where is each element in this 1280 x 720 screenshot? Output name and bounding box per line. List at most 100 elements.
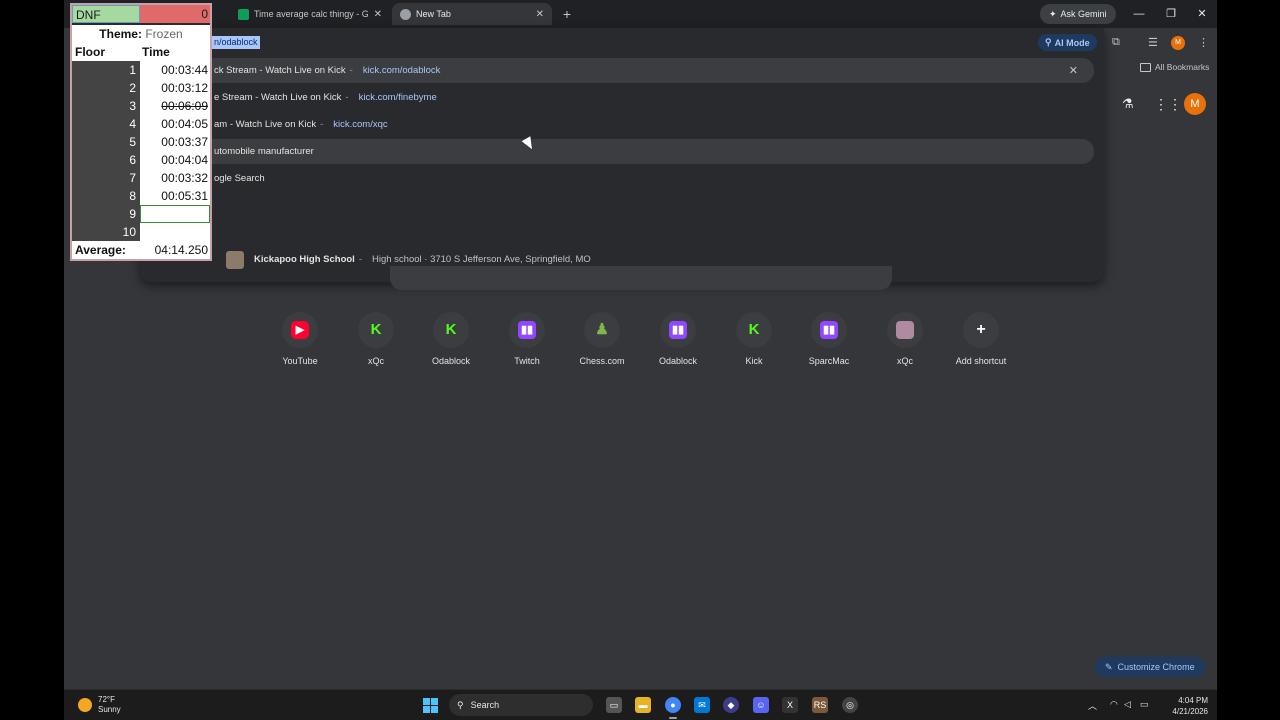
- kick-icon: K: [445, 321, 457, 338]
- obs-icon[interactable]: ◎: [842, 697, 858, 713]
- outlook-icon[interactable]: ✉: [694, 697, 710, 713]
- suggestion-separator: -: [320, 119, 324, 130]
- twitch-icon: ▮▮: [518, 321, 536, 339]
- google-sheets-icon: [238, 8, 249, 20]
- shortcut-label: Kick: [745, 356, 763, 366]
- menu-kebab-icon[interactable]: ⋮: [1198, 36, 1209, 49]
- floor-time[interactable]: 00:03:37: [140, 133, 210, 151]
- shortcut-label: SparcMac: [808, 356, 850, 366]
- clock-time: 4:04 PM: [1178, 696, 1208, 705]
- plus-icon: +: [976, 321, 986, 338]
- search-icon: ⚲: [457, 699, 464, 710]
- proton-vpn-icon[interactable]: ◆: [723, 697, 739, 713]
- floor-number: 4: [72, 115, 140, 133]
- shortcut-kick[interactable]: K Kick: [717, 312, 791, 366]
- windows-taskbar: 72°F Sunny ⚲ Search ▭ ▬ ● ✉ ◆ ☺ X RS ◎ ︿…: [64, 689, 1217, 720]
- average-label: Average:: [75, 243, 126, 257]
- floor-time[interactable]: 00:03:44: [140, 61, 210, 79]
- chrome-taskbar-icon[interactable]: ●: [665, 697, 681, 713]
- suggestion-row[interactable]: am - Watch Live on Kick - kick.com/xqc: [140, 112, 1104, 137]
- profile-avatar[interactable]: M: [1184, 93, 1206, 115]
- tab-sheets[interactable]: Time average calc thingy - Goo ✕: [230, 3, 390, 25]
- customize-chrome-button[interactable]: ✎ Customize Chrome: [1095, 657, 1205, 677]
- suggestion-row[interactable]: e Stream - Watch Live on Kick - kick.com…: [140, 85, 1104, 110]
- wifi-icon[interactable]: ◠: [1110, 699, 1118, 710]
- suggestion-row[interactable]: utomobile manufacturer: [148, 139, 1094, 164]
- ai-mode-button[interactable]: ⚲ AI Mode: [1038, 34, 1097, 51]
- labs-flask-icon[interactable]: ⚗: [1122, 96, 1136, 111]
- battery-icon[interactable]: ▭: [1140, 699, 1149, 710]
- remove-suggestion-icon[interactable]: ✕: [1069, 64, 1078, 77]
- twitch-icon: ▮▮: [820, 321, 838, 339]
- x-app-icon[interactable]: X: [782, 697, 798, 713]
- discord-icon[interactable]: ☺: [753, 697, 769, 713]
- ntp-search-box[interactable]: [390, 266, 892, 290]
- ask-gemini-button[interactable]: ✦ Ask Gemini: [1040, 4, 1116, 24]
- shortcut-odablock[interactable]: K Odablock: [414, 312, 488, 366]
- twitch-icon: ▮▮: [669, 321, 687, 339]
- suggestion-row[interactable]: ck Stream - Watch Live on Kick - kick.co…: [148, 58, 1094, 83]
- profile-avatar-small[interactable]: M: [1171, 36, 1185, 50]
- close-tab-icon[interactable]: ✕: [536, 9, 544, 20]
- shortcut-xqc-2[interactable]: xQc: [868, 312, 942, 366]
- shortcut-twitch[interactable]: ▮▮ Twitch: [490, 312, 564, 366]
- taskbar-clock[interactable]: 4:04 PM 4/21/2026: [1164, 695, 1208, 717]
- sun-icon[interactable]: [78, 698, 92, 712]
- folder-icon: [1140, 62, 1151, 72]
- windows-start-icon[interactable]: [423, 698, 438, 713]
- floor-time[interactable]: 00:06:09: [140, 97, 210, 115]
- floor-time[interactable]: [140, 205, 210, 223]
- floor-number: 5: [72, 133, 140, 151]
- tab-new-tab[interactable]: New Tab ✕: [392, 3, 552, 25]
- kick-icon: K: [370, 321, 382, 338]
- floor-time[interactable]: 00:03:12: [140, 79, 210, 97]
- shortcut-odablock-twitch[interactable]: ▮▮ Odablock: [641, 312, 715, 366]
- new-tab-button[interactable]: +: [558, 5, 576, 23]
- floor-number: 8: [72, 187, 140, 205]
- floor-time[interactable]: 00:05:31: [140, 187, 210, 205]
- shortcut-youtube[interactable]: ▶ YouTube: [263, 312, 337, 366]
- volume-icon[interactable]: ◁: [1124, 699, 1131, 710]
- taskbar-search-box[interactable]: ⚲ Search: [449, 694, 593, 716]
- kick-icon: K: [748, 321, 760, 338]
- shortcut-chess[interactable]: ♟ Chess.com: [565, 312, 639, 366]
- add-shortcut-button[interactable]: + Add shortcut: [944, 312, 1018, 366]
- close-tab-icon[interactable]: ✕: [374, 9, 382, 20]
- screenshot-icon[interactable]: ⧉: [1112, 36, 1120, 49]
- address-bar-input[interactable]: n/odablock: [212, 36, 260, 49]
- file-explorer-icon[interactable]: ▬: [635, 697, 651, 713]
- chrome-icon: [400, 8, 411, 20]
- restore-button[interactable]: ❐: [1156, 4, 1186, 24]
- school-thumbnail: [226, 250, 244, 269]
- runescape-icon[interactable]: RS: [812, 697, 828, 713]
- floor-time[interactable]: [140, 223, 210, 241]
- task-view-icon[interactable]: ▭: [606, 697, 622, 713]
- theme-row: Theme: Frozen: [72, 25, 210, 43]
- average-value: 04:14.250: [154, 243, 208, 257]
- minimize-button[interactable]: —: [1124, 4, 1154, 24]
- suggestion-title: utomobile manufacturer: [214, 146, 314, 157]
- suggestion-title: e Stream - Watch Live on Kick: [214, 92, 342, 103]
- timer-row: 7 00:03:32: [72, 169, 210, 187]
- floor-time[interactable]: 00:04:04: [140, 151, 210, 169]
- suggestion-row[interactable]: ogle Search: [140, 166, 1104, 191]
- floor-time[interactable]: 00:04:05: [140, 115, 210, 133]
- clock-date: 4/21/2026: [1172, 707, 1208, 716]
- shortcut-xqc[interactable]: K xQc: [339, 312, 413, 366]
- timer-row: 1 00:03:44: [72, 61, 210, 79]
- taskbar-search-label: Search: [470, 700, 500, 710]
- tray-overflow-icon[interactable]: ︿: [1088, 699, 1097, 712]
- weather-widget[interactable]: 72°F Sunny: [98, 695, 121, 715]
- shortcut-label: Twitch: [514, 356, 540, 366]
- close-window-button[interactable]: ✕: [1187, 4, 1217, 24]
- theme-value: Frozen: [145, 27, 183, 41]
- floor-time[interactable]: 00:03:32: [140, 169, 210, 187]
- xqc-avatar-icon: [896, 321, 914, 339]
- timer-header: Floor Time: [72, 43, 210, 61]
- all-bookmarks-button[interactable]: All Bookmarks: [1140, 62, 1209, 72]
- average-row: Average: 04:14.250: [72, 241, 210, 259]
- shortcut-sparcmac[interactable]: ▮▮ SparcMac: [792, 312, 866, 366]
- ask-gemini-label: Ask Gemini: [1060, 9, 1107, 19]
- reading-list-icon[interactable]: ☰: [1148, 36, 1158, 49]
- dnf-count: 0: [140, 5, 210, 23]
